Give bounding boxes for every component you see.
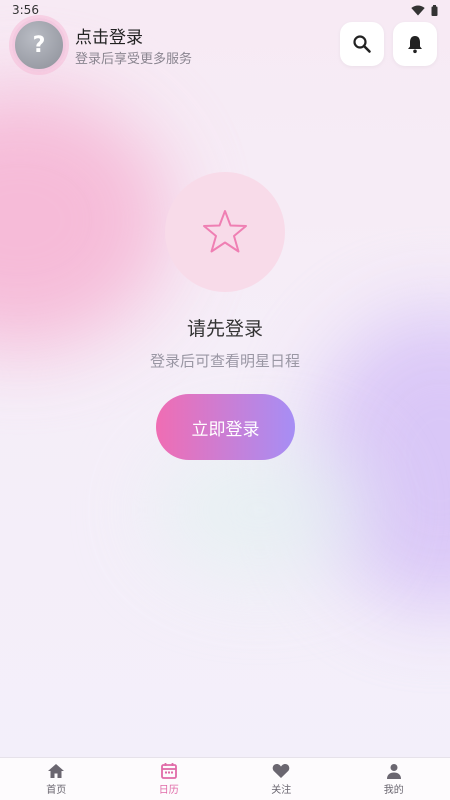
empty-state-title: 请先登录: [186, 318, 263, 340]
login-button[interactable]: 立即登录: [156, 394, 295, 460]
background-blob-pink: [0, 90, 170, 350]
tab-label-calendar: 日历: [158, 785, 179, 796]
search-icon: [353, 35, 371, 53]
bell-icon: [408, 36, 422, 54]
tab-calendar[interactable]: 日历: [113, 758, 226, 800]
person-icon: [386, 763, 401, 779]
login-prompt-title[interactable]: 点击登录: [75, 23, 143, 48]
notification-button[interactable]: [393, 22, 437, 66]
empty-state-subtitle: 登录后可查看明星日程: [149, 352, 300, 370]
background-blob-mint: [150, 440, 370, 580]
bottom-tab-bar: 首页 日历 关注 我的: [0, 757, 450, 800]
tab-following[interactable]: 关注: [225, 758, 338, 800]
status-bar: 3:56: [0, 0, 450, 20]
battery-icon: [431, 4, 438, 16]
wifi-icon: [411, 5, 425, 15]
empty-state-illustration: [165, 172, 285, 292]
tab-profile[interactable]: 我的: [338, 758, 450, 800]
calendar-icon: [160, 763, 177, 779]
avatar[interactable]: ?: [12, 18, 66, 72]
heart-icon: [272, 763, 290, 778]
tab-label-following: 关注: [271, 784, 292, 796]
star-icon: [203, 210, 247, 253]
status-time: 3:56: [12, 3, 39, 17]
home-icon: [48, 763, 65, 778]
header: ? 点击登录 登录后享受更多服务: [0, 18, 450, 72]
login-prompt-subtitle: 登录后享受更多服务: [75, 52, 193, 67]
search-button[interactable]: [340, 22, 384, 66]
tab-label-profile: 我的: [383, 784, 404, 796]
avatar-placeholder-text: ?: [32, 32, 46, 58]
tab-label-home: 首页: [46, 784, 67, 796]
tab-home[interactable]: 首页: [0, 758, 113, 800]
